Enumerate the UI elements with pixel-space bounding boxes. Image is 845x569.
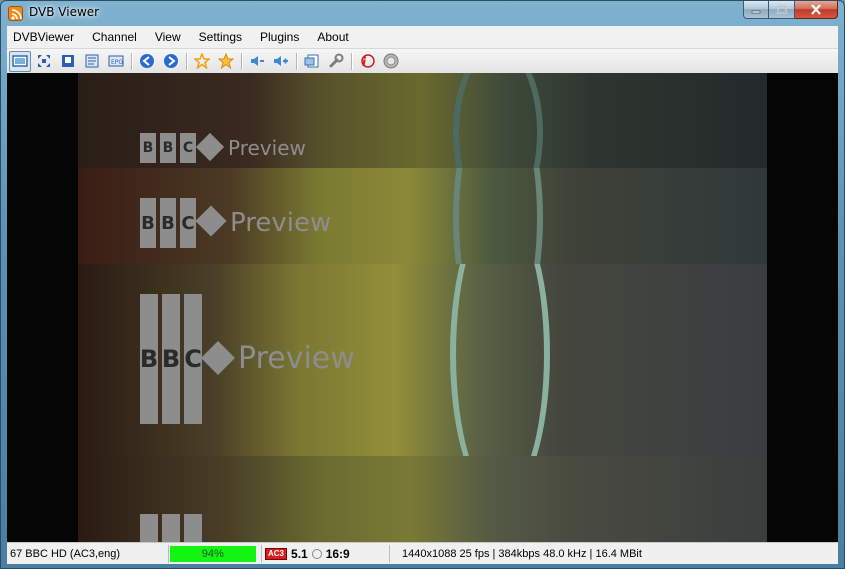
- fullscreen-button[interactable]: [33, 51, 55, 72]
- logo-letter: B: [160, 198, 176, 248]
- logo-letter: B: [162, 294, 180, 424]
- record-icon: [383, 53, 399, 69]
- fullscreen-icon: [38, 55, 50, 67]
- audio-channels: 5.1: [291, 546, 308, 561]
- toolbar-separator: [296, 52, 297, 70]
- volume-up-button[interactable]: [270, 51, 292, 72]
- signal-meter: 94%: [170, 544, 262, 563]
- maximize-button[interactable]: [769, 1, 795, 19]
- add-favorite-button[interactable]: [215, 51, 237, 72]
- favorites-button[interactable]: [191, 51, 213, 72]
- settings-button[interactable]: [325, 51, 347, 72]
- epg-button[interactable]: EPG: [105, 51, 127, 72]
- add-favorite-icon: [218, 53, 234, 69]
- signal-level-bar: 94%: [170, 545, 256, 562]
- channel-status[interactable]: 67 BBC HD (AC3,eng): [7, 544, 169, 563]
- logo-fragment: [162, 514, 180, 542]
- osd-icon: [62, 55, 74, 67]
- hd-diamond-icon: [195, 205, 227, 237]
- logo-fragment: [140, 514, 158, 542]
- osd-button[interactable]: [57, 51, 79, 72]
- video-frame: B B C Preview B B C Preview B B C Previe…: [78, 73, 767, 542]
- stream-info: 1440x1088 25 fps | 384kbps 48.0 kHz | 16…: [402, 547, 642, 560]
- logo-letter: B: [140, 133, 156, 163]
- status-bar: 67 BBC HD (AC3,eng) 94% AC3 5.1 16:9 144…: [7, 542, 838, 564]
- title-bar[interactable]: DVB Viewer: [1, 1, 844, 25]
- menu-view[interactable]: View: [155, 30, 181, 44]
- maximize-icon: [776, 4, 787, 14]
- tv-mode-icon: [12, 55, 28, 67]
- info-icon: i: [361, 54, 375, 69]
- menu-channel[interactable]: Channel: [92, 30, 137, 44]
- teletext-icon: [85, 54, 99, 68]
- info-button[interactable]: i: [356, 51, 378, 72]
- menu-about[interactable]: About: [317, 30, 348, 44]
- toolbar: EPG i: [7, 48, 838, 73]
- favorite-icon: [194, 53, 210, 69]
- caption-buttons: [743, 1, 838, 19]
- minimize-button[interactable]: [743, 1, 769, 19]
- video-band: [78, 456, 767, 542]
- svg-text:EPG: EPG: [111, 59, 123, 66]
- video-display[interactable]: B B C Preview B B C Preview B B C Previe…: [7, 73, 838, 542]
- volume-down-button[interactable]: [246, 51, 268, 72]
- logo-letter: C: [180, 198, 196, 248]
- aspect-ratio-icon: [311, 548, 322, 559]
- aspect-ratio: 16:9: [325, 546, 350, 561]
- volume-up-icon: [274, 56, 288, 66]
- window-title: DVB Viewer: [29, 5, 100, 19]
- previous-channel-button[interactable]: [136, 51, 158, 72]
- dvb-viewer-window: DVB Viewer DVBViewer Channel View Settin…: [0, 0, 845, 569]
- toolbar-separator: [186, 52, 187, 70]
- logo-letter: C: [184, 294, 202, 424]
- video-band: B B C Preview: [78, 264, 767, 456]
- settings-wrench-icon: [329, 53, 344, 68]
- toolbar-separator: [131, 52, 132, 70]
- menu-bar: DVBViewer Channel View Settings Plugins …: [7, 26, 838, 48]
- teletext-button[interactable]: [81, 51, 103, 72]
- record-button[interactable]: [380, 51, 402, 72]
- logo-letter: B: [140, 198, 156, 248]
- toolbar-separator: [241, 52, 242, 70]
- minimize-icon: [751, 10, 761, 13]
- logo-letter: C: [180, 133, 196, 163]
- next-channel-button[interactable]: [160, 51, 182, 72]
- hd-diamond-icon: [201, 341, 235, 375]
- video-band: B B C Preview: [78, 73, 767, 168]
- toolbar-separator: [351, 52, 352, 70]
- logo-fragment: [184, 514, 202, 542]
- logo-letter: B: [160, 133, 176, 163]
- close-icon: [811, 4, 821, 15]
- previous-channel-icon: [140, 54, 154, 68]
- tv-mode-button[interactable]: [9, 50, 31, 72]
- snapshot-icon: [304, 54, 319, 68]
- ac3-badge: AC3: [265, 547, 288, 560]
- menu-settings[interactable]: Settings: [199, 30, 242, 44]
- menu-dvbviewer[interactable]: DVBViewer: [13, 30, 74, 44]
- volume-down-icon: [251, 56, 264, 66]
- close-button[interactable]: [795, 1, 838, 19]
- logo-word: Preview: [238, 341, 355, 376]
- rss-app-icon: [8, 6, 23, 21]
- hd-diamond-icon: [195, 132, 225, 162]
- logo-word: Preview: [230, 208, 332, 238]
- video-band: B B C Preview: [78, 168, 767, 264]
- logo-letter: B: [140, 294, 158, 424]
- epg-icon: EPG: [108, 55, 124, 67]
- snapshot-button[interactable]: [301, 51, 323, 72]
- audio-status[interactable]: AC3 5.1 16:9: [262, 544, 390, 563]
- menu-plugins[interactable]: Plugins: [260, 30, 299, 44]
- logo-word: Preview: [228, 136, 306, 160]
- svg-text:i: i: [362, 55, 367, 69]
- next-channel-icon: [164, 54, 178, 68]
